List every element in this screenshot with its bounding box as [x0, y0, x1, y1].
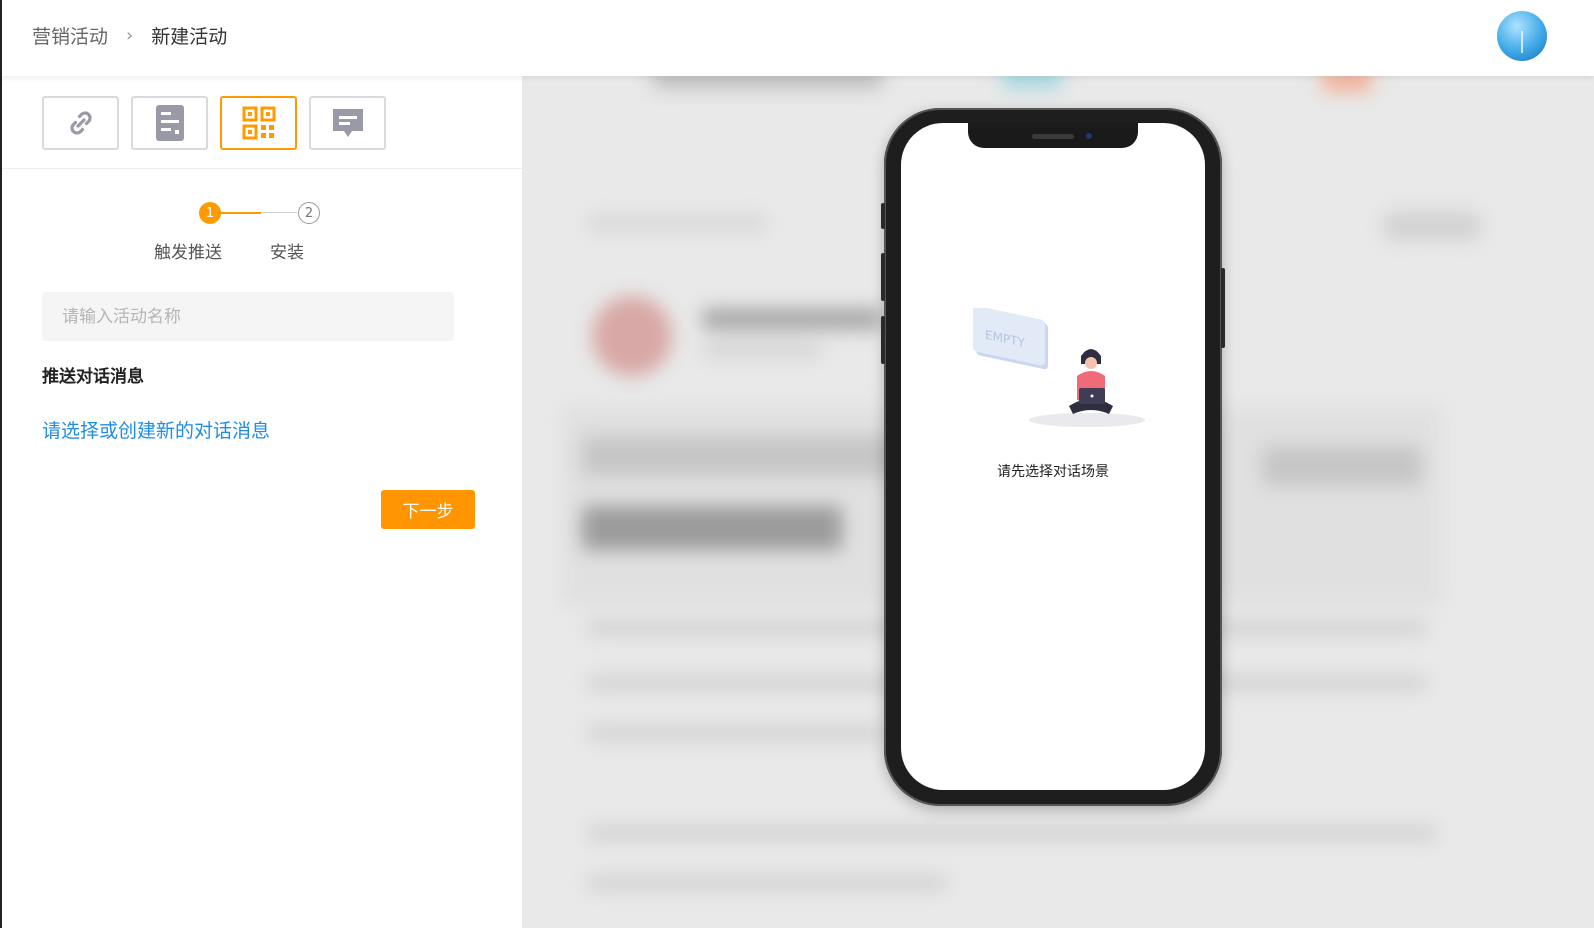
qrcode-icon [242, 106, 275, 140]
message-icon [332, 109, 363, 137]
breadcrumb: 营销活动 › 新建活动 [32, 22, 227, 49]
activity-name-input[interactable] [42, 292, 454, 341]
camera-icon [1086, 133, 1092, 139]
step-2-label: 安装 [270, 243, 304, 263]
empty-message: 请先选择对话场景 [997, 464, 1109, 480]
step-connector-done [221, 212, 261, 214]
phone-volume-up [881, 253, 885, 301]
next-step-button[interactable]: 下一步 [381, 490, 475, 529]
breadcrumb-marketing[interactable]: 营销活动 [32, 22, 108, 49]
breadcrumb-current: 新建活动 [151, 26, 228, 48]
type-tab-server[interactable] [131, 96, 208, 150]
phone-mockup: EMPTY 请先选择对话场景 [881, 108, 1225, 806]
empty-illustration: EMPTY [973, 305, 1153, 428]
type-tab-message[interactable] [309, 96, 386, 150]
divider [2, 168, 522, 169]
phone-silent-switch [881, 203, 885, 229]
server-icon [155, 105, 184, 141]
step-1-label: 触发推送 [154, 243, 222, 263]
push-message-title: 推送对话消息 [42, 367, 144, 387]
step-2-indicator: 2 [298, 202, 320, 224]
breadcrumb-separator-icon: › [126, 25, 134, 46]
left-panel: 1 2 触发推送 安装 推送对话消息 请选择或创建新的对话消息 下一步 [0, 76, 522, 928]
steps: 1 2 触发推送 安装 [152, 202, 332, 263]
top-header: 营销活动 › 新建活动 [0, 0, 1594, 76]
type-tab-qrcode[interactable] [220, 96, 297, 150]
select-message-link[interactable]: 请选择或创建新的对话消息 [42, 416, 270, 443]
phone-screen: EMPTY 请先选择对话场景 [901, 123, 1205, 790]
link-icon [69, 111, 92, 135]
type-tab-link[interactable] [42, 96, 119, 150]
phone-notch [968, 123, 1138, 148]
avatar[interactable] [1497, 11, 1547, 61]
type-selector [42, 96, 386, 150]
empty-state-icon: EMPTY [973, 305, 1145, 427]
phone-volume-down [881, 316, 885, 364]
step-1-indicator: 1 [199, 202, 221, 224]
speaker-icon [1032, 134, 1074, 139]
phone-power-button [1221, 268, 1225, 348]
step-connector-pending [261, 212, 297, 213]
